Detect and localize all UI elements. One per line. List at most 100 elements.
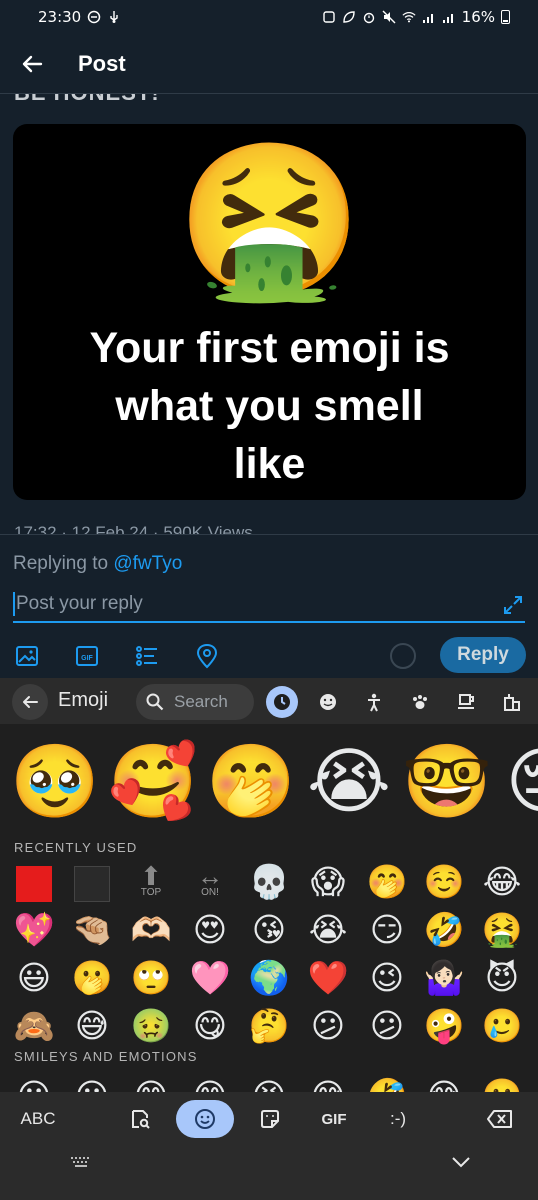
replying-to-prefix: Replying to: [13, 553, 114, 574]
backspace-key[interactable]: [480, 1100, 520, 1138]
emoji-on-arrow[interactable]: ↔ ON!: [184, 858, 236, 906]
emoji-cell[interactable]: 😱: [302, 858, 354, 906]
emoji-cell[interactable]: 🙈: [8, 1002, 60, 1050]
emoji-on-label: ON!: [201, 887, 219, 898]
emoticon-key[interactable]: :-): [376, 1100, 420, 1138]
sticker-search-key[interactable]: [122, 1100, 158, 1138]
suggested-emoji-row: 🥹 🥰 🤭 😭 🤓 😔: [0, 736, 538, 832]
app-bar: Post: [0, 34, 538, 94]
vomit-emoji-image: 🤮: [176, 134, 363, 308]
suggested-emoji[interactable]: 😔: [498, 736, 538, 826]
emoji-cell[interactable]: 😃: [8, 954, 60, 1002]
keyboard-switch-icon[interactable]: [66, 1152, 96, 1172]
emoji-cell[interactable]: 😉: [361, 954, 413, 1002]
alarm-icon: [363, 12, 374, 24]
caption-line-3: like: [233, 440, 306, 488]
emoji-cell[interactable]: 😭: [302, 906, 354, 954]
emoji-cell[interactable]: 🩷: [184, 954, 236, 1002]
back-button[interactable]: [16, 48, 48, 80]
signal-icon-2: [442, 14, 453, 23]
reply-composer: Replying to @fwTyo Post your reply GIF R…: [0, 534, 538, 678]
wifi-icon: [402, 12, 416, 23]
usb-icon: [110, 11, 118, 23]
emoji-cell[interactable]: 😅: [66, 1002, 118, 1050]
emoji-cell[interactable]: 😏: [361, 906, 413, 954]
suggested-emoji[interactable]: 🥰: [108, 736, 198, 826]
emoji-top-arrow[interactable]: ⬆ TOP: [125, 858, 177, 906]
emoji-search[interactable]: Search: [136, 684, 254, 720]
status-time: 23:30: [38, 8, 82, 26]
emoji-cell[interactable]: 🤏🏼: [66, 906, 118, 954]
location-icon[interactable]: [194, 643, 220, 669]
caption-line-2: what you smell: [115, 382, 424, 430]
mute-icon: [382, 10, 396, 24]
image-icon[interactable]: [14, 643, 40, 669]
emoji-cell[interactable]: 😘: [243, 906, 295, 954]
smiley-icon[interactable]: [312, 686, 344, 718]
emoji-cell[interactable]: 😕: [361, 1002, 413, 1050]
reply-input[interactable]: Post your reply: [13, 587, 525, 623]
post-meta: 17:32 · 12 Feb 24 · 590K Views: [14, 523, 253, 534]
emoji-cell[interactable]: 🤢: [125, 1002, 177, 1050]
keyboard-bottom-bar: ABC GIF :-): [0, 1092, 538, 1200]
suggested-emoji[interactable]: 😭: [304, 736, 394, 826]
poll-icon[interactable]: [134, 643, 160, 669]
emoji-cell[interactable]: 😈: [476, 954, 528, 1002]
animal-icon[interactable]: [404, 686, 436, 718]
hide-keyboard-icon[interactable]: [446, 1152, 476, 1172]
abc-key[interactable]: ABC: [10, 1100, 66, 1138]
emoji-cell[interactable]: 🤭: [361, 858, 413, 906]
suggested-emoji[interactable]: 🤓: [402, 736, 492, 826]
emoji-cell[interactable]: ❤️: [302, 954, 354, 1002]
replying-to: Replying to @fwTyo: [13, 553, 182, 575]
emoji-cell[interactable]: 🫢: [66, 954, 118, 1002]
emoji-cell[interactable]: 🫶🏻: [125, 906, 177, 954]
dnd-icon: [87, 10, 101, 24]
person-icon[interactable]: [358, 686, 390, 718]
keyboard-back-button[interactable]: [12, 684, 48, 720]
sticker-icon: [261, 1110, 279, 1128]
emoji-cell[interactable]: 😕: [302, 1002, 354, 1050]
emoji-cell[interactable]: 🤷🏻‍♀️: [418, 954, 470, 1002]
emoji-cell[interactable]: 🤣: [418, 906, 470, 954]
emoji-cell[interactable]: 🤪: [418, 1002, 470, 1050]
emoji-cell[interactable]: ☺️: [418, 858, 470, 906]
emoji-cell[interactable]: 💀: [243, 858, 295, 906]
replying-to-handle[interactable]: @fwTyo: [113, 553, 182, 574]
emoji-cell[interactable]: 🌍: [243, 954, 295, 1002]
emoji-cell[interactable]: 💖: [8, 906, 60, 954]
gif-icon[interactable]: GIF: [74, 643, 100, 669]
travel-icon[interactable]: [496, 686, 528, 718]
suggested-emoji[interactable]: 🤭: [206, 736, 296, 826]
emoji-cell[interactable]: 🤮: [476, 906, 528, 954]
leaf-icon: [342, 11, 355, 23]
page-title: Post: [78, 50, 126, 76]
status-bar: 23:30 16%: [0, 0, 538, 34]
search-placeholder: Search: [174, 692, 228, 711]
gif-key[interactable]: GIF: [312, 1100, 356, 1138]
emoji-top-label: TOP: [140, 887, 162, 898]
signal-icon: [422, 14, 433, 23]
expand-icon[interactable]: [501, 593, 525, 617]
arrow-left-icon: [23, 696, 38, 708]
notification-icon: [322, 11, 335, 23]
emoji-red-square[interactable]: [8, 858, 60, 906]
suggested-emoji[interactable]: 🥹: [10, 736, 100, 826]
sticker-key[interactable]: [252, 1100, 288, 1138]
emoji-cell[interactable]: 🥲: [476, 1002, 528, 1050]
emoji-toolbar: Emoji Search: [0, 678, 538, 724]
food-icon[interactable]: [450, 686, 482, 718]
emoji-cell[interactable]: 😍: [184, 906, 236, 954]
emoji-cell[interactable]: 😂: [476, 858, 528, 906]
post-image[interactable]: 🤮 Your first emoji is what you smell lik…: [13, 124, 526, 500]
text-caret: [13, 592, 15, 616]
svg-text:GIF: GIF: [81, 655, 93, 662]
emoji-black-square[interactable]: [66, 858, 118, 906]
emoji-cell[interactable]: 😋: [184, 1002, 236, 1050]
character-count-ring: [390, 643, 416, 669]
recent-icon[interactable]: [266, 686, 298, 718]
emoji-cell[interactable]: 🙄: [125, 954, 177, 1002]
reply-button[interactable]: Reply: [440, 637, 526, 673]
emoji-cell[interactable]: 🤔: [243, 1002, 295, 1050]
emoji-key[interactable]: [176, 1100, 234, 1138]
